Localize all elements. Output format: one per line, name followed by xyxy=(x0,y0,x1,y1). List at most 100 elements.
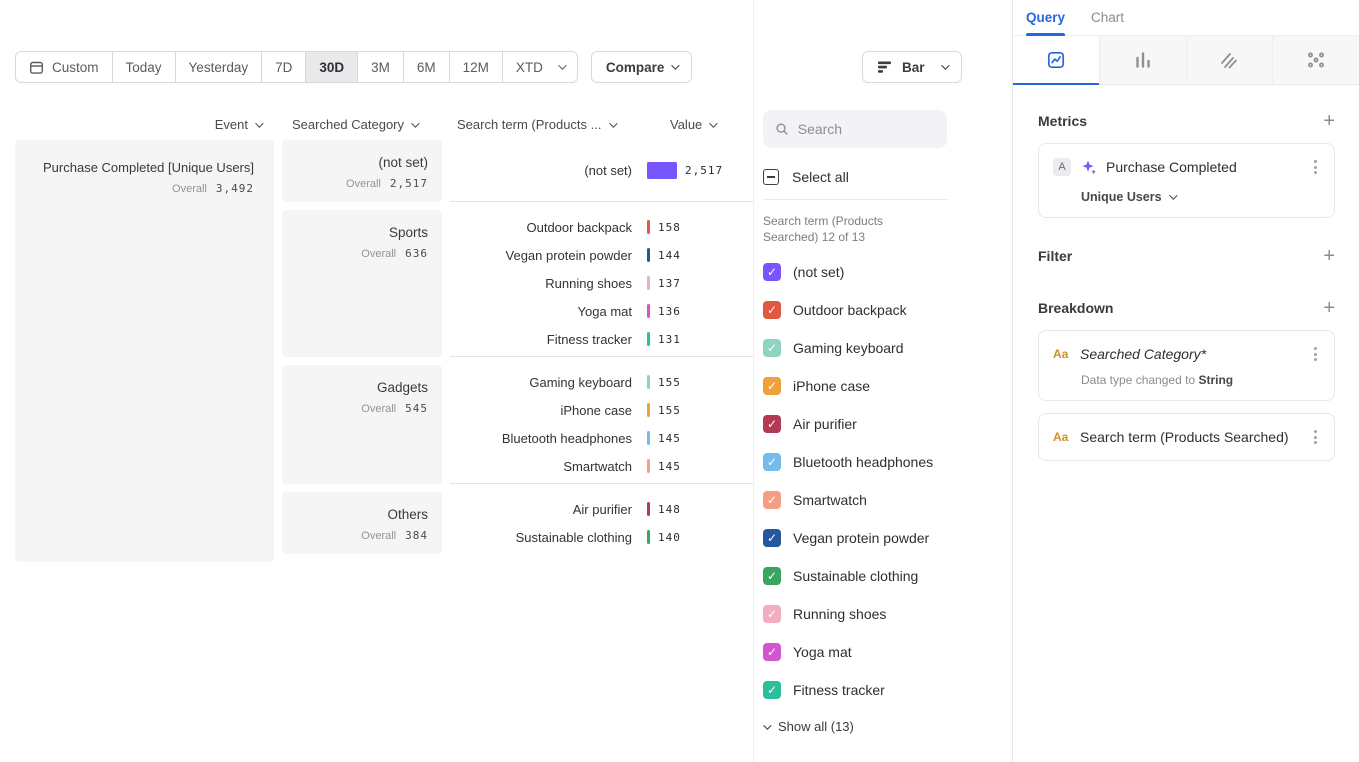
breakdown-menu-button[interactable] xyxy=(1311,344,1320,364)
series-checkbox[interactable]: ✓ xyxy=(763,605,781,623)
range-6m[interactable]: 6M xyxy=(404,51,450,83)
legend-item[interactable]: ✓Yoga mat xyxy=(763,633,1013,671)
chart-headers: Event Searched Category Search term (Pro… xyxy=(15,117,715,132)
term-row[interactable]: Yoga mat136 xyxy=(450,297,753,325)
series-checkbox[interactable]: ✓ xyxy=(763,377,781,395)
breakdown-section-header: Breakdown + xyxy=(1038,298,1335,318)
legend-item[interactable]: ✓ Air purifier xyxy=(763,405,1013,443)
select-all-checkbox-indeterminate[interactable] xyxy=(763,169,779,185)
add-metric-button[interactable]: + xyxy=(1323,111,1335,131)
metric-menu-button[interactable] xyxy=(1311,157,1320,177)
term-row[interactable]: Outdoor backpack158 xyxy=(450,213,753,241)
search-box[interactable] xyxy=(763,110,947,148)
term-row[interactable]: Fitness tracker131 xyxy=(450,325,753,353)
term-row[interactable]: Air purifier148 xyxy=(450,495,753,523)
category-cell[interactable]: (not set)Overall2,517 xyxy=(282,140,442,202)
term-row[interactable]: Gaming keyboard155 xyxy=(450,368,753,396)
column-header-value[interactable]: Value xyxy=(670,117,715,132)
select-all-label: Select all xyxy=(792,169,849,185)
overall-label: Overall xyxy=(361,403,396,415)
range-12m[interactable]: 12M xyxy=(450,51,503,83)
breakdown-property-name: Searched Category* xyxy=(1080,346,1311,362)
filter-section-header: Filter + xyxy=(1038,246,1335,266)
event-cell[interactable]: Purchase Completed [Unique Users] Overal… xyxy=(15,140,274,562)
series-checkbox[interactable]: ✓ xyxy=(763,415,781,433)
legend-item[interactable]: ✓Gaming keyboard xyxy=(763,329,1013,367)
legend-item[interactable]: ✓Sustainable clothing xyxy=(763,557,1013,595)
metric-card[interactable]: A Purchase Completed Unique Users xyxy=(1038,143,1335,218)
term-rows: Gaming keyboard155iPhone case155Bluetoot… xyxy=(450,365,753,484)
search-input[interactable] xyxy=(798,121,935,137)
legend-item[interactable]: ✓Fitness tracker xyxy=(763,671,1013,709)
term-label: Outdoor backpack xyxy=(450,220,632,235)
term-row[interactable]: iPhone case155 xyxy=(450,396,753,424)
measure-selector[interactable]: Unique Users xyxy=(1081,190,1320,204)
value-bar xyxy=(647,304,650,318)
range-30d[interactable]: 30D xyxy=(306,51,358,83)
range-xtd[interactable]: XTD xyxy=(503,51,578,83)
category-cell[interactable]: SportsOverall636 xyxy=(282,210,442,357)
range-today[interactable]: Today xyxy=(113,51,176,83)
column-header-search-term[interactable]: Search term (Products ... xyxy=(457,117,670,132)
category-cell[interactable]: GadgetsOverall545 xyxy=(282,365,442,484)
category-name: Sports xyxy=(292,225,428,240)
range-custom[interactable]: Custom xyxy=(15,51,113,83)
legend-item[interactable]: ✓Smartwatch xyxy=(763,481,1013,519)
range-label: 6M xyxy=(417,60,436,75)
term-row[interactable]: Vegan protein powder144 xyxy=(450,241,753,269)
column-header-event[interactable]: Event xyxy=(15,117,261,132)
flows-icon xyxy=(1306,50,1326,70)
series-checkbox[interactable]: ✓ xyxy=(763,491,781,509)
group-band: OthersOverall384 Air purifier148Sustainab… xyxy=(282,492,753,554)
category-cell[interactable]: OthersOverall384 xyxy=(282,492,442,554)
series-checkbox[interactable]: ✓ xyxy=(763,681,781,699)
series-checkbox[interactable]: ✓ xyxy=(763,263,781,281)
chevron-down-icon xyxy=(1169,191,1177,199)
range-label: 7D xyxy=(275,60,292,75)
chart-body: Purchase Completed [Unique Users] Overal… xyxy=(15,140,753,562)
view-tab-retention[interactable] xyxy=(1187,36,1274,84)
chevron-down-icon xyxy=(709,119,717,127)
legend-item[interactable]: ✓iPhone case xyxy=(763,367,1013,405)
legend-item[interactable]: ✓Bluetooth headphones xyxy=(763,443,1013,481)
show-all-button[interactable]: Show all (13) xyxy=(763,719,1013,734)
series-checkbox[interactable]: ✓ xyxy=(763,529,781,547)
series-checkbox[interactable]: ✓ xyxy=(763,643,781,661)
term-row[interactable]: Bluetooth headphones145 xyxy=(450,424,753,452)
legend-item-list: ✓(not set)✓Outdoor backpack✓Gaming keybo… xyxy=(763,253,1013,709)
legend-item[interactable]: ✓Vegan protein powder xyxy=(763,519,1013,557)
category-name: Gadgets xyxy=(292,380,428,395)
range-3m[interactable]: 3M xyxy=(358,51,404,83)
view-tab-funnels[interactable] xyxy=(1100,36,1187,84)
series-checkbox[interactable]: ✓ xyxy=(763,301,781,319)
column-header-searched-category[interactable]: Searched Category xyxy=(292,117,457,132)
legend-item[interactable]: ✓(not set) xyxy=(763,253,1013,291)
tab-query[interactable]: Query xyxy=(1026,0,1065,35)
breakdown-menu-button[interactable] xyxy=(1311,427,1320,447)
view-tab-flows[interactable] xyxy=(1273,36,1359,84)
compare-button[interactable]: Compare xyxy=(591,51,693,83)
term-value: 155 xyxy=(658,376,681,389)
range-7d[interactable]: 7D xyxy=(262,51,306,83)
breakdown-card[interactable]: Aa Search term (Products Searched) xyxy=(1038,413,1335,461)
legend-item[interactable]: ✓Outdoor backpack xyxy=(763,291,1013,329)
view-tab-insights[interactable] xyxy=(1013,36,1100,84)
term-row[interactable]: (not set)2,517 xyxy=(450,157,753,185)
term-row[interactable]: Running shoes137 xyxy=(450,269,753,297)
tab-chart[interactable]: Chart xyxy=(1091,0,1124,35)
term-row[interactable]: Smartwatch145 xyxy=(450,452,753,480)
add-filter-button[interactable]: + xyxy=(1323,246,1335,266)
term-row[interactable]: Sustainable clothing140 xyxy=(450,523,753,551)
string-property-icon: Aa xyxy=(1053,430,1071,444)
select-all[interactable]: Select all xyxy=(763,169,1013,185)
series-checkbox[interactable]: ✓ xyxy=(763,339,781,357)
series-checkbox[interactable]: ✓ xyxy=(763,453,781,471)
series-label: Air purifier xyxy=(793,416,857,432)
series-checkbox[interactable]: ✓ xyxy=(763,567,781,585)
legend-item[interactable]: ✓Running shoes xyxy=(763,595,1013,633)
add-breakdown-button[interactable]: + xyxy=(1323,298,1335,318)
overall-label: Overall xyxy=(361,248,396,260)
breakdown-card[interactable]: Aa Searched Category* Data type changed … xyxy=(1038,330,1335,401)
term-label: (not set) xyxy=(450,163,632,178)
range-yesterday[interactable]: Yesterday xyxy=(176,51,263,83)
